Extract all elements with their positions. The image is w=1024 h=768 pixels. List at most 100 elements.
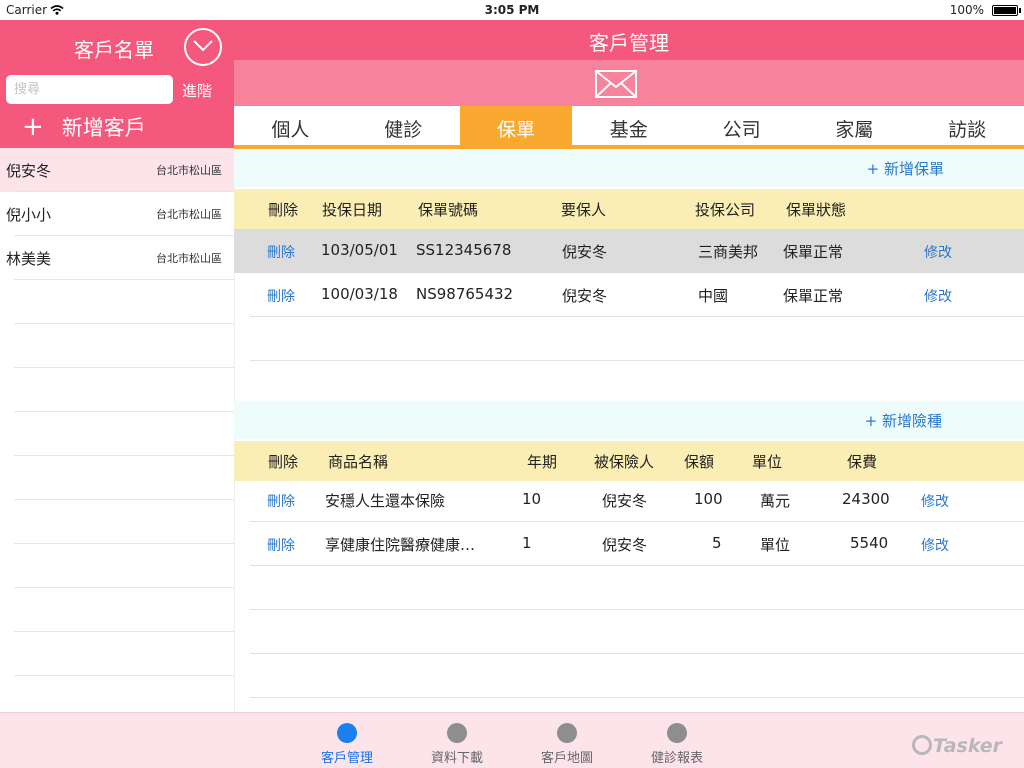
cell-insured: 倪安冬: [602, 536, 648, 554]
tab-customer-map[interactable]: 客戶地圖: [527, 723, 607, 766]
policy-add-bar: + 新增保單: [234, 149, 1024, 187]
col-delete: 刪除: [268, 201, 299, 219]
battery-nub: [1019, 8, 1021, 13]
tab-dot-icon: [667, 723, 687, 743]
tab-label: 健診報表: [650, 751, 703, 766]
customer-area: 台北市松山區: [156, 164, 222, 177]
table-row[interactable]: 刪除 安穩人生還本保險 10 倪安冬 100 萬元 24300 修改: [234, 478, 1024, 522]
mail-icon[interactable]: [595, 70, 637, 98]
policy-table-header: 刪除 投保日期 保單號碼 要保人 投保公司 保單狀態: [234, 189, 1024, 229]
row-separator: [250, 360, 1024, 361]
cell-status: 保單正常: [783, 243, 844, 261]
edit-link[interactable]: 修改: [924, 286, 952, 306]
cell-date: 103/05/01: [321, 241, 398, 259]
cell-premium: 24300: [842, 490, 890, 508]
cell-number: SS12345678: [416, 241, 512, 259]
col-delete: 刪除: [268, 453, 299, 471]
tab-bar: 個人 健診 保單 基金 公司 家屬 訪談: [234, 106, 1024, 149]
customer-name: 林美美: [6, 250, 52, 268]
row-separator: [250, 609, 1024, 610]
list-separator: [14, 191, 234, 192]
table-row[interactable]: 刪除 100/03/18 NS98765432 倪安冬 中國 保單正常 修改: [234, 273, 1024, 317]
cell-insured: 倪安冬: [602, 492, 648, 510]
col-premium: 保費: [847, 453, 878, 471]
tab-customer-management[interactable]: 客戶管理: [307, 723, 387, 766]
edit-link[interactable]: 修改: [921, 535, 949, 555]
tab-company[interactable]: 公司: [685, 106, 798, 145]
battery-icon: [992, 5, 1018, 16]
col-unit: 單位: [752, 453, 783, 471]
list-separator: [14, 411, 234, 412]
customer-item[interactable]: 林美美 台北市松山區: [0, 236, 234, 280]
delete-link[interactable]: 刪除: [267, 242, 295, 262]
tab-label: 資料下載: [430, 751, 483, 766]
tab-label: 客戶地圖: [540, 751, 593, 766]
cell-unit: 萬元: [760, 492, 791, 510]
customer-area: 台北市松山區: [156, 252, 222, 265]
advanced-search-button[interactable]: 進階: [182, 80, 212, 101]
list-separator: [14, 499, 234, 500]
col-date: 投保日期: [322, 201, 383, 219]
tab-personal[interactable]: 個人: [234, 106, 347, 145]
delete-link[interactable]: 刪除: [267, 491, 295, 511]
list-separator: [14, 455, 234, 456]
collapse-chevron-button[interactable]: [184, 28, 222, 66]
col-company: 投保公司: [695, 201, 756, 219]
customer-list: 倪安冬 台北市松山區 倪小小 台北市松山區 林美美 台北市松山區: [0, 148, 234, 712]
delete-link[interactable]: 刪除: [267, 535, 295, 555]
col-number: 保單號碼: [418, 201, 479, 219]
table-row[interactable]: 刪除 103/05/01 SS12345678 倪安冬 三商美邦 保單正常 修改: [234, 229, 1024, 273]
customer-name: 倪小小: [6, 206, 52, 224]
cell-holder: 倪安冬: [562, 287, 608, 305]
list-separator: [14, 235, 234, 236]
main-header: 客戶管理: [234, 20, 1024, 60]
customer-item[interactable]: 倪安冬 台北市松山區: [0, 148, 234, 192]
logo-icon: [912, 735, 932, 755]
tab-fund[interactable]: 基金: [572, 106, 685, 145]
tab-policy[interactable]: 保單: [459, 106, 573, 145]
list-separator: [14, 675, 234, 676]
chevron-down-icon: [193, 40, 213, 52]
tab-label: 客戶管理: [320, 751, 373, 766]
add-coverage-button[interactable]: + 新增險種: [865, 410, 942, 431]
tab-dot-icon: [337, 723, 357, 743]
page-title: 客戶管理: [589, 31, 669, 55]
col-holder: 要保人: [561, 201, 607, 219]
tab-interview[interactable]: 訪談: [911, 106, 1024, 145]
edit-link[interactable]: 修改: [924, 242, 952, 262]
tab-checkup[interactable]: 健診: [347, 106, 460, 145]
tab-dot-icon: [557, 723, 577, 743]
logo-text: Tasker: [933, 735, 1003, 757]
table-row[interactable]: 刪除 享健康住院醫療健康… 1 倪安冬 5 單位 5540 修改: [234, 522, 1024, 566]
cell-holder: 倪安冬: [562, 243, 608, 261]
tab-dot-icon: [447, 723, 467, 743]
delete-link[interactable]: 刪除: [267, 286, 295, 306]
col-amount: 保額: [684, 453, 715, 471]
tab-checkup-report[interactable]: 健診報表: [637, 723, 717, 766]
search-input[interactable]: [6, 75, 173, 104]
tab-family[interactable]: 家屬: [798, 106, 911, 145]
customer-item[interactable]: 倪小小 台北市松山區: [0, 192, 234, 236]
cell-number: NS98765432: [416, 285, 514, 303]
row-separator: [250, 697, 1024, 698]
tab-data-download[interactable]: 資料下載: [417, 723, 497, 766]
row-separator: [250, 653, 1024, 654]
add-policy-button[interactable]: + 新增保單: [867, 158, 944, 179]
list-separator: [14, 587, 234, 588]
cell-premium: 5540: [850, 534, 889, 552]
row-separator: [250, 565, 1024, 566]
cell-amount: 100: [694, 490, 723, 508]
cell-unit: 單位: [760, 536, 791, 554]
cell-amount: 5: [712, 534, 722, 552]
edit-link[interactable]: 修改: [921, 491, 949, 511]
cell-product: 安穩人生還本保險: [325, 492, 446, 510]
col-insured: 被保險人: [594, 453, 655, 471]
add-customer-button[interactable]: + 新增客戶: [22, 112, 146, 142]
customer-area: 台北市松山區: [156, 208, 222, 221]
battery-percent: 100%: [949, 3, 984, 17]
add-customer-label: 新增客戶: [61, 116, 146, 140]
sidebar-header: 客戶名單 進階 +新增客戶: [0, 20, 234, 148]
col-term: 年期: [527, 453, 558, 471]
mail-bar: [234, 60, 1024, 106]
plus-icon: +: [22, 112, 44, 142]
